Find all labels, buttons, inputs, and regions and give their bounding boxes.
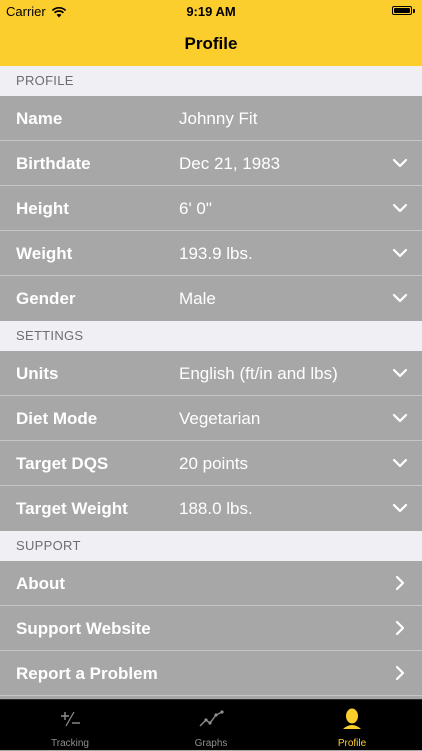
section-header-settings: SETTINGS bbox=[0, 321, 422, 351]
chevron-down-icon bbox=[392, 158, 408, 168]
row-value: Vegetarian bbox=[179, 409, 261, 428]
graph-icon bbox=[199, 710, 224, 727]
tab-label: Tracking bbox=[51, 738, 89, 749]
chevron-right-icon bbox=[395, 620, 405, 636]
row-target-weight[interactable]: Target Weight 188.0 lbs. bbox=[0, 486, 422, 531]
row-name[interactable]: Name Johnny Fit bbox=[0, 96, 422, 141]
chevron-down-icon bbox=[392, 293, 408, 303]
row-label: Diet Mode bbox=[16, 409, 98, 428]
row-label: Target Weight bbox=[16, 499, 128, 518]
row-value: 193.9 lbs. bbox=[179, 244, 253, 263]
tab-bar: Tracking Graphs Profile bbox=[0, 699, 422, 750]
chevron-down-icon bbox=[392, 203, 408, 213]
row-label: About bbox=[16, 574, 66, 593]
row-about[interactable]: About bbox=[0, 561, 422, 606]
row-report-problem[interactable]: Report a Problem bbox=[0, 651, 422, 696]
row-value: 6' 0" bbox=[179, 199, 212, 218]
row-label: Birthdate bbox=[16, 154, 91, 173]
section-header-profile: PROFILE bbox=[0, 66, 422, 96]
row-birthdate[interactable]: Birthdate Dec 21, 1983 bbox=[0, 141, 422, 186]
tab-tracking[interactable]: Tracking bbox=[0, 700, 140, 751]
row-value: Dec 21, 1983 bbox=[179, 154, 281, 173]
row-diet-mode[interactable]: Diet Mode Vegetarian bbox=[0, 396, 422, 441]
row-label: Support Website bbox=[16, 619, 151, 638]
chevron-down-icon bbox=[392, 248, 408, 258]
row-support-website[interactable]: Support Website bbox=[0, 606, 422, 651]
battery-icon bbox=[392, 6, 415, 15]
chevron-down-icon bbox=[392, 458, 408, 468]
row-height[interactable]: Height 6' 0" bbox=[0, 186, 422, 231]
row-value: 188.0 lbs. bbox=[179, 499, 253, 518]
tab-profile[interactable]: Profile bbox=[282, 700, 422, 751]
row-label: Target DQS bbox=[16, 454, 109, 473]
row-label: Name bbox=[16, 109, 63, 128]
row-label: Report a Problem bbox=[16, 664, 158, 683]
row-target-dqs[interactable]: Target DQS 20 points bbox=[0, 441, 422, 486]
tab-graphs[interactable]: Graphs bbox=[141, 700, 281, 751]
tab-label: Graphs bbox=[194, 738, 228, 749]
row-label: Weight bbox=[16, 244, 73, 263]
tab-label: Profile bbox=[337, 738, 367, 749]
row-value: Johnny Fit bbox=[179, 109, 258, 128]
row-gender[interactable]: Gender Male bbox=[0, 276, 422, 321]
status-bar: Carrier 9:19 AM bbox=[0, 0, 422, 22]
person-icon bbox=[343, 708, 361, 729]
row-value: Male bbox=[179, 289, 216, 308]
row-units[interactable]: Units English (ft/in and lbs) bbox=[0, 351, 422, 396]
row-label: Gender bbox=[16, 289, 76, 308]
nav-bar: Profile bbox=[0, 22, 422, 66]
section-header-support: SUPPORT bbox=[0, 531, 422, 561]
page-title: Profile bbox=[184, 34, 238, 53]
chevron-down-icon bbox=[392, 368, 408, 378]
chevron-right-icon bbox=[395, 665, 405, 681]
chevron-down-icon bbox=[392, 503, 408, 513]
status-time: 9:19 AM bbox=[186, 4, 236, 19]
row-weight[interactable]: Weight 193.9 lbs. bbox=[0, 231, 422, 276]
chevron-down-icon bbox=[392, 413, 408, 423]
chevron-right-icon bbox=[395, 575, 405, 591]
row-value: 20 points bbox=[179, 454, 248, 473]
row-value: English (ft/in and lbs) bbox=[179, 364, 338, 383]
row-label: Height bbox=[16, 199, 69, 218]
plus-minus-icon bbox=[61, 711, 80, 727]
row-label: Units bbox=[16, 364, 59, 383]
settings-list: PROFILE Name Johnny Fit Birthdate Dec 21… bbox=[0, 66, 422, 696]
